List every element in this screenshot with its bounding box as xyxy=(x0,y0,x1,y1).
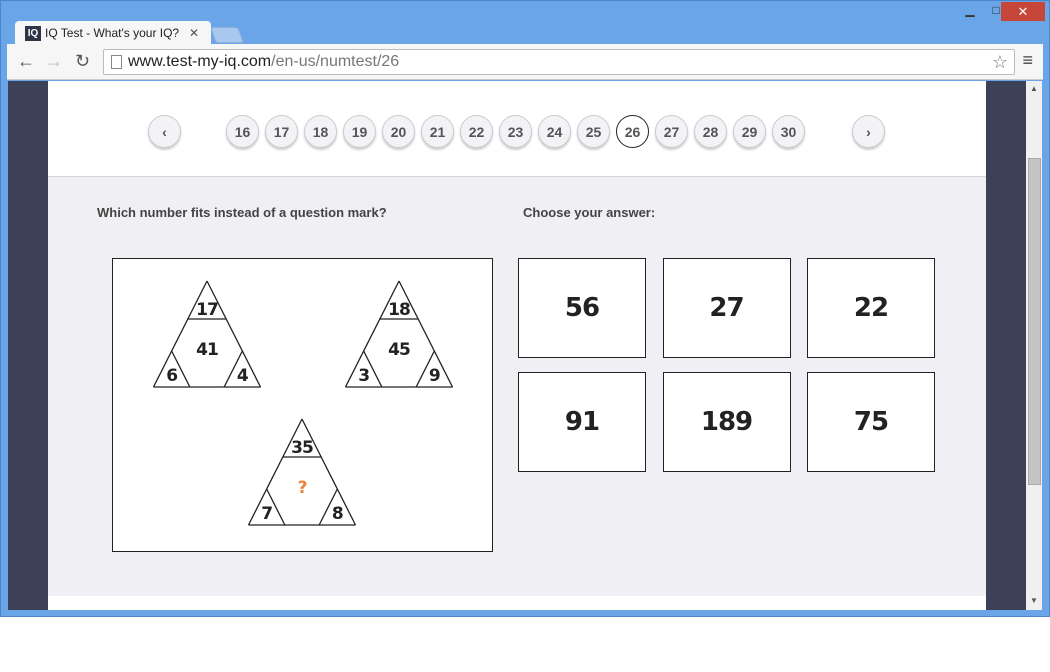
number-triangle: 18 45 3 9 xyxy=(344,280,454,388)
triangle-number-right: 8 xyxy=(332,504,343,524)
scroll-up-icon[interactable]: ▲ xyxy=(1030,84,1038,93)
forward-icon[interactable]: → xyxy=(45,51,63,72)
favicon: IQ xyxy=(25,25,41,41)
close-tab-icon[interactable]: ✕ xyxy=(189,26,199,40)
page-button-26[interactable]: 26 xyxy=(616,115,649,148)
toolbar: ← → ↻ www.test-my-iq.com/en-us/numtest/2… xyxy=(7,44,1043,80)
page-button-16[interactable]: 16 xyxy=(226,115,259,148)
scroll-down-icon[interactable]: ▼ xyxy=(1030,596,1038,605)
page-button-27[interactable]: 27 xyxy=(655,115,688,148)
question-text: Which number fits instead of a question … xyxy=(97,205,387,220)
page-icon xyxy=(111,55,122,69)
answer-option-22[interactable]: 22 xyxy=(807,258,935,358)
triangle-number-right: 9 xyxy=(429,366,440,386)
page-button-18[interactable]: 18 xyxy=(304,115,337,148)
prev-button[interactable]: ‹ xyxy=(148,115,181,148)
background-left xyxy=(8,81,48,610)
page-button-28[interactable]: 28 xyxy=(694,115,727,148)
triangle-number-top: 17 xyxy=(196,300,218,320)
answer-option-91[interactable]: 91 xyxy=(518,372,646,472)
question-pager: ‹ 16 17 18 19 20 21 22 23 24 25 26 27 28 29 30 › xyxy=(48,81,986,177)
answer-prompt: Choose your answer: xyxy=(523,205,656,220)
puzzle-image: 17 41 6 4 18 45 3 9 35? 7 8 xyxy=(112,258,493,552)
number-triangle: 35? 7 8 xyxy=(247,418,357,526)
address-bar[interactable]: www.test-my-iq.com/en-us/numtest/26 ☆ xyxy=(103,49,1015,75)
page-button-20[interactable]: 20 xyxy=(382,115,415,148)
menu-icon[interactable]: ≡ xyxy=(1022,50,1033,71)
browser-tab[interactable]: IQ IQ Test - What's your IQ? ✕ xyxy=(15,21,211,45)
triangle-number-left: 7 xyxy=(261,504,272,524)
answer-option-27[interactable]: 27 xyxy=(662,258,791,358)
page-button-23[interactable]: 23 xyxy=(499,115,532,148)
triangle-number-left: 6 xyxy=(166,366,177,386)
page-button-29[interactable]: 29 xyxy=(733,115,766,148)
new-tab-button[interactable] xyxy=(210,27,244,43)
close-window-icon[interactable]: ✕ xyxy=(1001,2,1045,21)
page-button-19[interactable]: 19 xyxy=(343,115,376,148)
triangle-number-center: 41 xyxy=(196,340,218,360)
next-button[interactable]: › xyxy=(852,115,885,148)
puzzle-diagram: 17 41 6 4 18 45 3 9 35? 7 8 xyxy=(152,280,454,526)
tab-title: IQ Test - What's your IQ? xyxy=(45,26,180,40)
url-host: www.test-my-iq.com xyxy=(128,53,272,70)
answer-option-75[interactable]: 75 xyxy=(807,372,935,472)
answer-option-56[interactable]: 56 xyxy=(518,258,646,358)
page-button-17[interactable]: 17 xyxy=(265,115,298,148)
page-button-22[interactable]: 22 xyxy=(460,115,493,148)
url-path: /en-us/numtest/26 xyxy=(271,53,400,70)
page-footer xyxy=(48,596,986,610)
page-button-25[interactable]: 25 xyxy=(577,115,610,148)
background-right xyxy=(986,81,1026,610)
page-button-30[interactable]: 30 xyxy=(772,115,805,148)
reload-icon[interactable]: ↻ xyxy=(75,51,90,72)
page-button-24[interactable]: 24 xyxy=(538,115,571,148)
page-content: ‹ 16 17 18 19 20 21 22 23 24 25 26 27 28 29 30 › Which… xyxy=(48,81,986,610)
page-button-21[interactable]: 21 xyxy=(421,115,454,148)
bookmark-star-icon[interactable]: ☆ xyxy=(992,50,1008,74)
number-triangle: 17 41 6 4 xyxy=(152,280,262,388)
minimize-icon[interactable]: ▁ xyxy=(957,3,983,17)
scrollbar-thumb[interactable] xyxy=(1028,158,1041,485)
triangle-number-top: 35 xyxy=(291,438,313,458)
triangle-number-top: 18 xyxy=(388,300,410,320)
triangle-number-center: ? xyxy=(298,478,307,498)
triangle-number-right: 4 xyxy=(237,366,249,386)
answer-option-189[interactable]: 189 xyxy=(662,372,791,472)
triangle-number-center: 45 xyxy=(388,340,410,360)
triangle-number-left: 3 xyxy=(358,366,369,386)
back-icon[interactable]: ← xyxy=(17,51,35,72)
